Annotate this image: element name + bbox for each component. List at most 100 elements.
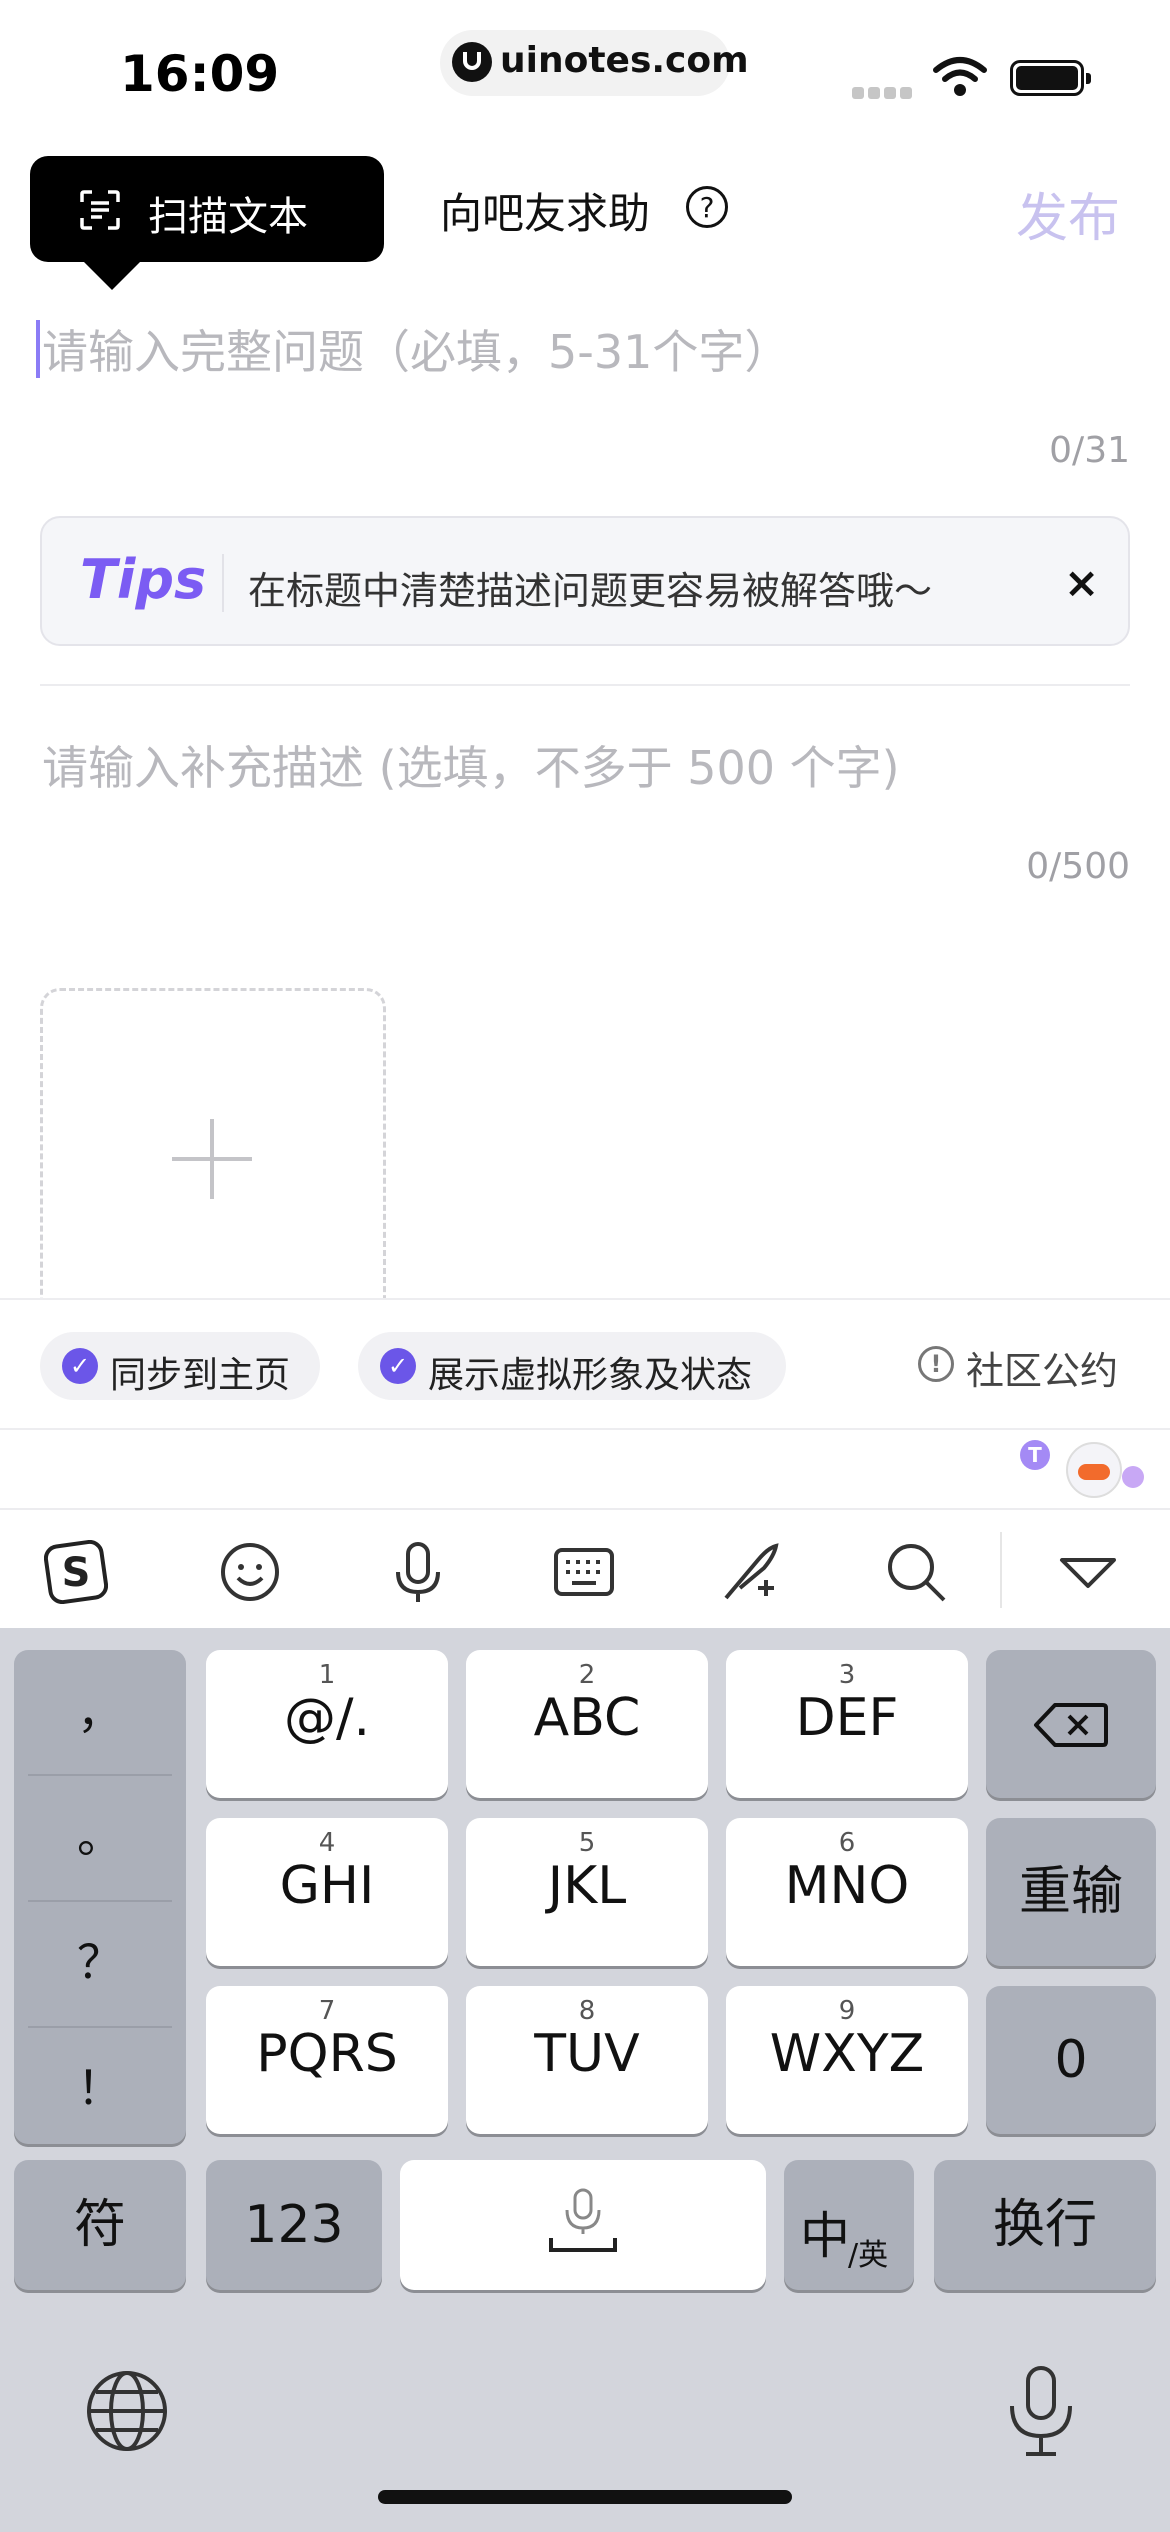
key-6[interactable]: 6 MNO bbox=[726, 1818, 968, 1966]
zero-label: 0 bbox=[1054, 2030, 1088, 2090]
info-icon: ! bbox=[918, 1346, 954, 1382]
key-number: 8 bbox=[578, 1996, 596, 2026]
battery-icon bbox=[1010, 60, 1091, 96]
keyboard-icon[interactable] bbox=[552, 1540, 616, 1604]
punct-divider bbox=[28, 2026, 172, 2028]
key-number: 4 bbox=[318, 1828, 336, 1858]
key-label: WXYZ bbox=[769, 2024, 925, 2084]
svg-text:S: S bbox=[62, 1550, 91, 1596]
community-rules-link[interactable]: 社区公约 bbox=[966, 1340, 1118, 1395]
language-switch-key[interactable]: 中 /英 bbox=[784, 2160, 914, 2290]
punct-question[interactable]: ？ bbox=[14, 1926, 186, 1992]
return-label: 换行 bbox=[992, 2195, 1097, 2255]
space-key[interactable] bbox=[400, 2160, 766, 2290]
check-icon: ✓ bbox=[380, 1348, 416, 1384]
close-icon[interactable]: × bbox=[1064, 558, 1099, 607]
punctuation-column[interactable]: ， 。 ？ ！ bbox=[14, 1650, 186, 2144]
status-time: 16:09 bbox=[120, 45, 280, 103]
scan-text-label: 扫描文本 bbox=[148, 194, 308, 240]
punct-divider bbox=[28, 1900, 172, 1902]
key-4[interactable]: 4 GHI bbox=[206, 1818, 448, 1966]
lang-alt-label: /英 bbox=[848, 2238, 889, 2273]
key-label: DEF bbox=[795, 1688, 899, 1748]
emoji-icon[interactable] bbox=[218, 1540, 282, 1604]
key-8[interactable]: 8 TUV bbox=[466, 1986, 708, 2134]
mascot-face-icon bbox=[1066, 1442, 1122, 1498]
description-input[interactable]: 请输入补充描述 (选填，不多于 500 个字) bbox=[42, 732, 900, 798]
sync-homepage-label: 同步到主页 bbox=[110, 1355, 291, 1396]
collapse-icon[interactable] bbox=[1056, 1540, 1120, 1604]
key-7[interactable]: 7 PQRS bbox=[206, 1986, 448, 2134]
text-cursor bbox=[36, 320, 40, 378]
description-char-counter: 0/500 bbox=[1026, 846, 1130, 887]
backspace-icon bbox=[1034, 1703, 1108, 1747]
title-input[interactable]: 请输入完整问题（必填，5-31个字） bbox=[42, 316, 790, 382]
wifi-icon bbox=[933, 57, 987, 96]
symbols-label: 符 bbox=[73, 2195, 126, 2255]
tips-logo: Tips bbox=[80, 548, 207, 611]
url-text: uinotes.com bbox=[500, 40, 749, 81]
mascot-t-badge: T bbox=[1020, 1440, 1050, 1470]
tips-banner: Tips 在标题中清楚描述问题更容易被解答哦～ × bbox=[40, 516, 1130, 646]
key-label: PQRS bbox=[256, 2024, 398, 2084]
key-number: 6 bbox=[838, 1828, 856, 1858]
sogou-logo-icon[interactable]: S bbox=[44, 1540, 108, 1604]
delete-key[interactable] bbox=[986, 1650, 1156, 1798]
symbols-key[interactable]: 符 bbox=[14, 2160, 186, 2290]
publish-button[interactable]: 发布 bbox=[1016, 176, 1120, 251]
plus-icon-vertical bbox=[210, 1119, 214, 1199]
scan-text-button[interactable]: 扫描文本 bbox=[30, 156, 384, 290]
help-icon[interactable]: ? bbox=[686, 186, 728, 228]
key-number: 5 bbox=[578, 1828, 596, 1858]
show-avatar-toggle[interactable]: ✓ 展示虚拟形象及状态 bbox=[358, 1332, 786, 1400]
toolbar-divider bbox=[1000, 1532, 1002, 1608]
key-3[interactable]: 3 DEF bbox=[726, 1650, 968, 1798]
key-2[interactable]: 2 ABC bbox=[466, 1650, 708, 1798]
key-number: 7 bbox=[318, 1996, 336, 2026]
keyboard: ， 。 ？ ！ 1 @/. 2 ABC 3 DEF 4 GHI 5 JKL 6 … bbox=[0, 1628, 1170, 2532]
key-label: JKL bbox=[547, 1856, 627, 1916]
space-mic-icon bbox=[549, 2188, 617, 2252]
punct-divider bbox=[28, 1774, 172, 1776]
key-1[interactable]: 1 @/. bbox=[206, 1650, 448, 1798]
mascot-note-icon bbox=[1122, 1466, 1144, 1488]
show-avatar-label: 展示虚拟形象及状态 bbox=[428, 1355, 753, 1396]
key-number: 1 bbox=[318, 1660, 336, 1690]
key-number: 2 bbox=[578, 1660, 596, 1690]
voice-icon[interactable] bbox=[386, 1540, 450, 1604]
punct-comma[interactable]: ， bbox=[14, 1676, 186, 1742]
key-label: TUV bbox=[534, 2024, 640, 2084]
lang-main-label: 中 bbox=[800, 2207, 850, 2265]
divider bbox=[40, 684, 1130, 686]
home-indicator bbox=[378, 2490, 792, 2504]
ask-friends-tab[interactable]: 向吧友求助 bbox=[440, 180, 650, 241]
globe-icon[interactable] bbox=[84, 2368, 170, 2454]
key-label: ABC bbox=[533, 1688, 641, 1748]
dictation-icon[interactable] bbox=[1004, 2364, 1078, 2460]
return-key[interactable]: 换行 bbox=[934, 2160, 1156, 2290]
signal-icon bbox=[852, 84, 916, 103]
key-number: 9 bbox=[838, 1996, 856, 2026]
check-icon: ✓ bbox=[62, 1348, 98, 1384]
punct-exclaim[interactable]: ！ bbox=[14, 2052, 186, 2118]
tips-text: 在标题中清楚描述问题更容易被解答哦～ bbox=[248, 569, 933, 613]
retype-label: 重输 bbox=[1018, 1862, 1123, 1922]
tips-divider bbox=[222, 554, 224, 612]
site-logo-icon bbox=[452, 42, 492, 82]
key-5[interactable]: 5 JKL bbox=[466, 1818, 708, 1966]
key-label: @/. bbox=[283, 1688, 371, 1748]
key-label: GHI bbox=[279, 1856, 375, 1916]
sync-homepage-toggle[interactable]: ✓ 同步到主页 bbox=[40, 1332, 320, 1400]
retype-key[interactable]: 重输 bbox=[986, 1818, 1156, 1966]
key-number: 3 bbox=[838, 1660, 856, 1690]
handwriting-icon[interactable] bbox=[718, 1540, 782, 1604]
scan-icon bbox=[80, 190, 120, 230]
title-char-counter: 0/31 bbox=[1049, 430, 1130, 471]
ime-toolbar: S bbox=[0, 1508, 1170, 1628]
punct-period[interactable]: 。 bbox=[14, 1800, 186, 1866]
numbers-key[interactable]: 123 bbox=[206, 2160, 382, 2290]
key-0[interactable]: 0 bbox=[986, 1986, 1156, 2134]
mascot-avatar[interactable]: T bbox=[1016, 1436, 1148, 1506]
key-9[interactable]: 9 WXYZ bbox=[726, 1986, 968, 2134]
search-icon[interactable] bbox=[884, 1540, 948, 1604]
